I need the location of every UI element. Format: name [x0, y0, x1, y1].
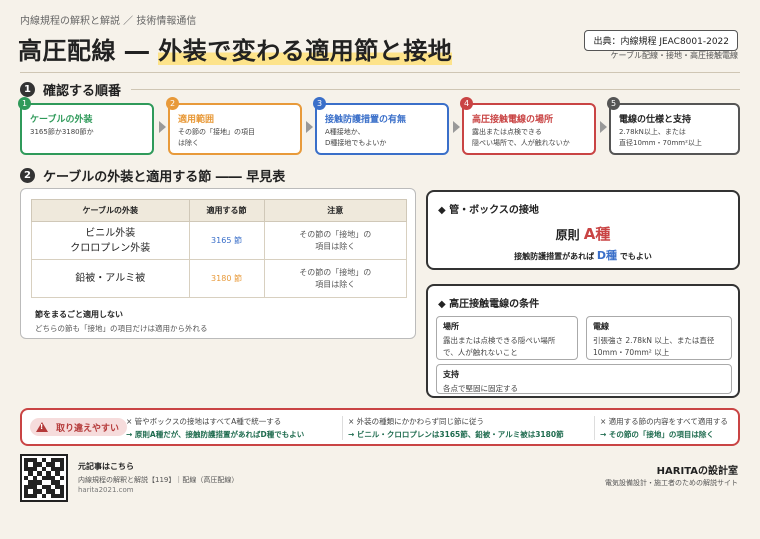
step-card-5: 5 電線の仕様と支持 2.78kN以上、または 直径10mm・70mm²以上	[607, 97, 740, 155]
arrow-right-icon	[453, 121, 460, 133]
section1-heading: 1 確認する順番	[20, 80, 740, 99]
step-card-1: 1 ケーブルの外装 3165節か3180節か	[18, 97, 154, 155]
source-label: 出典：内線規程 JEAC8001-2022	[584, 30, 738, 51]
title-part1: 高圧配線 ―	[18, 37, 150, 65]
step-desc: 直径10mm・70mm²以上	[619, 138, 702, 147]
arrow-right-icon	[159, 121, 166, 133]
warning-icon	[36, 422, 48, 432]
warning-item: × 適用する節の内容をすべて適用する → その節の「接地」の項目は除く	[600, 417, 728, 439]
page-subtitle: 内線規程の解釈と解説 ／ 技術情報通信	[20, 16, 197, 27]
brand-name: HARITAの設計室	[656, 466, 738, 477]
place-condition-box: 場所 露出または点検できる隠ぺい場所 で、人が触れないこと	[436, 316, 578, 360]
note-cell: その節の「接地」の 項目は除く	[263, 221, 407, 260]
title-divider	[20, 72, 740, 73]
brand-tagline: 電気設備設計・施工者のための解説サイト	[605, 479, 738, 487]
table-note-desc: どちらの節も「接地」の項目だけは適用から外れる	[35, 324, 208, 333]
contact-wire-card: ◆ 高圧接触電線の条件 場所 露出または点検できる隠ぺい場所 で、人が触れないこ…	[426, 284, 740, 398]
arrow-right-icon	[600, 121, 607, 133]
step-card-3: 3 接触防護措置の有無 A種接地か、 D種接地でもよいか	[313, 97, 449, 155]
step-badge: 3	[313, 97, 326, 110]
section1-number: 1	[20, 82, 35, 97]
step-desc: その節の「接地」の項目	[178, 128, 255, 136]
step-card-4: 4 高圧接触電線の場所 露出または点検できる 隠ぺい場所で、人が触れないか	[460, 97, 596, 155]
section-cell: 3180 節	[188, 259, 265, 298]
warning-item: × 外装の種類にかかわらず同じ節に従う → ビニル・クロロプレンは3165節、鉛…	[348, 417, 564, 439]
place-desc: で、人が触れないこと	[443, 347, 518, 357]
warning-divider	[342, 416, 343, 440]
wire-desc: 10mm・70mm² 以上	[593, 347, 670, 357]
grounding-principle: 原則 A種	[555, 225, 611, 243]
step-badge: 1	[18, 97, 31, 110]
cable-cell: ビニル外装 クロロプレン外装	[31, 221, 190, 260]
table-header: 適用する節	[188, 199, 265, 222]
warning-item: × 管やボックスの接地はすべてA種で統一する → 原則A種だが、接触防護措置があ…	[126, 417, 305, 439]
section2-number: 2	[20, 168, 35, 183]
page-title: 高圧配線 ― 外装で変わる適用節と接地	[18, 31, 453, 66]
step-desc: は除く	[178, 138, 199, 147]
table-row: ビニル外装 クロロプレン外装 3165 節 その節の「接地」の 項目は除く	[31, 221, 407, 260]
step-badge: 4	[460, 97, 473, 110]
table-header: 注意	[263, 199, 407, 222]
grounding-card: ◆ 管・ボックスの接地 原則 A種 接触防護措置があれば D種 でもよい	[426, 190, 740, 270]
wire-desc: 引張強さ 2.78kN 以上、または直径	[593, 336, 715, 345]
table-note-title: 節をまるごと適用しない	[35, 310, 123, 319]
support-desc: 各点で堅固に固定する	[443, 384, 518, 393]
contact-wire-card-title: ◆ 高圧接触電線の条件	[438, 299, 540, 310]
topic-tags: ケーブル配線・接地・高圧接触電線	[610, 51, 738, 60]
step-title: ケーブルの外装	[30, 115, 93, 125]
support-condition-box: 支持 各点で堅固に固定する	[436, 364, 732, 394]
warning-bar: 取り違えやすい × 管やボックスの接地はすべてA種で統一する → 原則A種だが、…	[20, 408, 740, 446]
table-header: ケーブルの外装	[31, 199, 190, 222]
step-badge: 5	[607, 97, 620, 110]
note-cell: その節の「接地」の 項目は除く	[263, 259, 407, 298]
section1-title: 確認する順番	[43, 84, 122, 99]
qr-code[interactable]	[20, 454, 68, 502]
section2-heading: 2 ケーブルの外装と適用する節 ―― 早見表	[20, 166, 416, 185]
step-desc: 露出または点検できる	[472, 128, 542, 136]
step-title: 適用範囲	[178, 115, 215, 125]
step-desc: D種接地でもよいか	[325, 138, 387, 147]
warning-tag: 取り違えやすい	[30, 418, 128, 436]
wire-title: 電線	[593, 322, 609, 331]
step-desc: 2.78kN以上、または	[619, 128, 686, 136]
step-desc: 3165節か3180節か	[30, 128, 94, 136]
step-title: 接触防護措置の有無	[325, 115, 407, 125]
qr-code-pattern	[24, 458, 64, 498]
step-badge: 2	[166, 97, 179, 110]
wire-condition-box: 電線 引張強さ 2.78kN 以上、または直径 10mm・70mm² 以上	[586, 316, 732, 360]
step-title: 高圧接触電線の場所	[472, 115, 554, 125]
table-row: 鉛被・アルミ被 3180 節 その節の「接地」の 項目は除く	[31, 259, 407, 298]
footer-url[interactable]: harita2021.com	[78, 486, 134, 494]
warning-divider	[594, 416, 595, 440]
place-title: 場所	[443, 322, 459, 331]
section2-title: ケーブルの外装と適用する節 ―― 早見表	[43, 170, 286, 185]
footer-article-link[interactable]: 内線規程の解釈と解説【119】｜配線（高圧配線）	[78, 475, 238, 485]
grounding-card-title: ◆ 管・ボックスの接地	[438, 205, 539, 216]
step-title: 電線の仕様と支持	[619, 115, 692, 125]
quick-reference-card: ケーブルの外装 適用する節 注意 ビニル外装 クロロプレン外装 3165 節 そ…	[20, 188, 416, 339]
title-part2: 外装で変わる適用節と接地	[158, 37, 453, 65]
section1-rule	[131, 89, 740, 90]
section-cell: 3165 節	[188, 221, 265, 260]
quick-reference-table: ケーブルの外装 適用する節 注意 ビニル外装 クロロプレン外装 3165 節 そ…	[31, 199, 407, 298]
step-desc: 隠ぺい場所で、人が触れないか	[472, 138, 570, 147]
footer-title: 元記事はこちら	[78, 462, 134, 471]
support-title: 支持	[443, 370, 459, 379]
place-desc: 露出または点検できる隠ぺい場所	[443, 336, 556, 345]
cable-cell: 鉛被・アルミ被	[31, 259, 190, 298]
arrow-right-icon	[306, 121, 313, 133]
grounding-exception: 接触防護措置があれば D種 でもよい	[514, 249, 652, 262]
step-desc: A種接地か、	[325, 128, 365, 136]
step-card-2: 2 適用範囲 その節の「接地」の項目 は除く	[166, 97, 302, 155]
